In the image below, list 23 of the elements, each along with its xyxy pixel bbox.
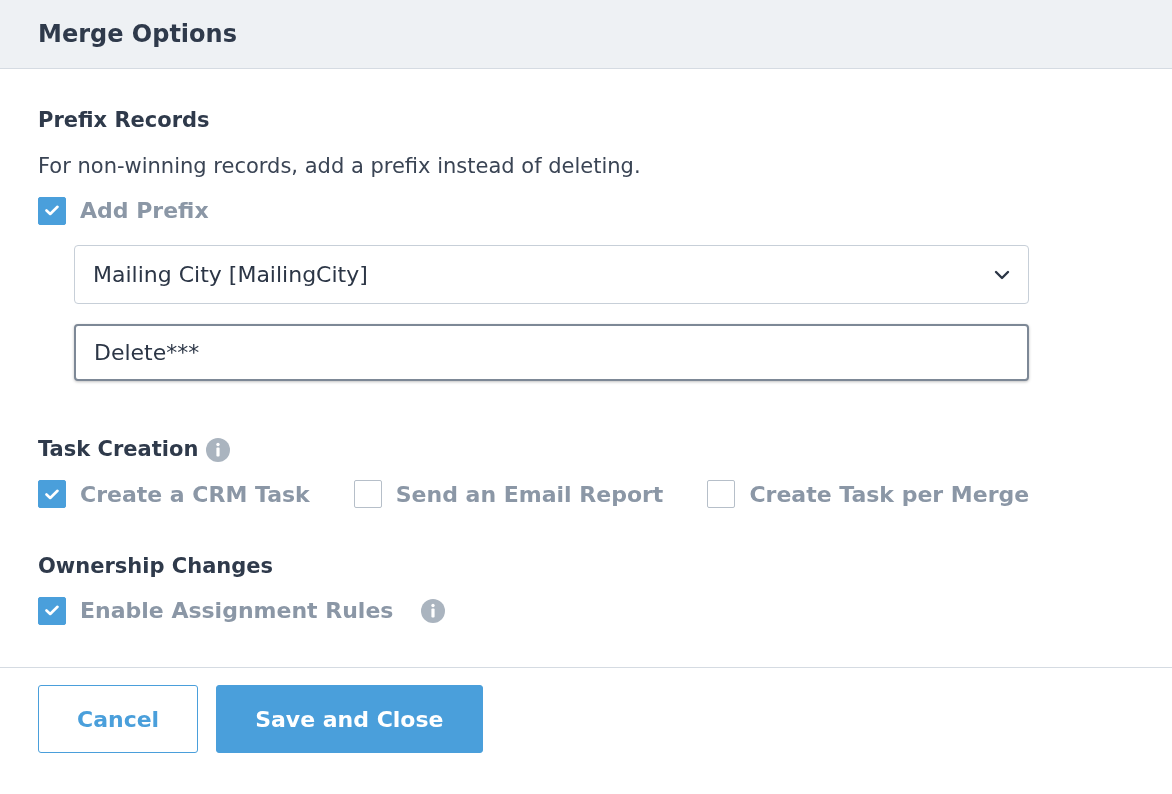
- info-icon[interactable]: [421, 598, 446, 623]
- checkbox-label: Add Prefix: [80, 197, 209, 225]
- section-heading: Task Creation: [38, 436, 199, 463]
- section-heading: Prefix Records: [38, 107, 210, 134]
- checkbox[interactable]: [707, 480, 736, 508]
- dropdown-field[interactable]: Mailing City [MailingCity]: [74, 245, 1029, 304]
- checkmark-icon: [45, 605, 59, 616]
- checkbox[interactable]: [353, 480, 382, 508]
- checkmark-icon: [45, 205, 59, 216]
- text-input-field[interactable]: Delete***: [74, 324, 1029, 381]
- checkbox-label: Create Task per Merge: [749, 480, 1030, 509]
- checkbox-label: Enable Assignment Rules: [80, 597, 394, 625]
- info-icon[interactable]: [206, 437, 231, 462]
- dialog-title: Merge Options: [38, 19, 237, 49]
- checkmark-icon: [45, 488, 59, 500]
- description-text: For non-winning records, add a prefix instead of deleting.: [38, 152, 642, 180]
- checkbox[interactable]: [38, 596, 66, 625]
- checkbox-label: Send an Email Report: [395, 480, 664, 509]
- chevron-down-icon: [994, 269, 1010, 280]
- section-heading: Ownership Changes: [38, 552, 274, 580]
- checkbox[interactable]: [38, 480, 66, 508]
- checkbox-label: Create a CRM Task: [80, 480, 310, 509]
- checkbox[interactable]: [38, 196, 66, 225]
